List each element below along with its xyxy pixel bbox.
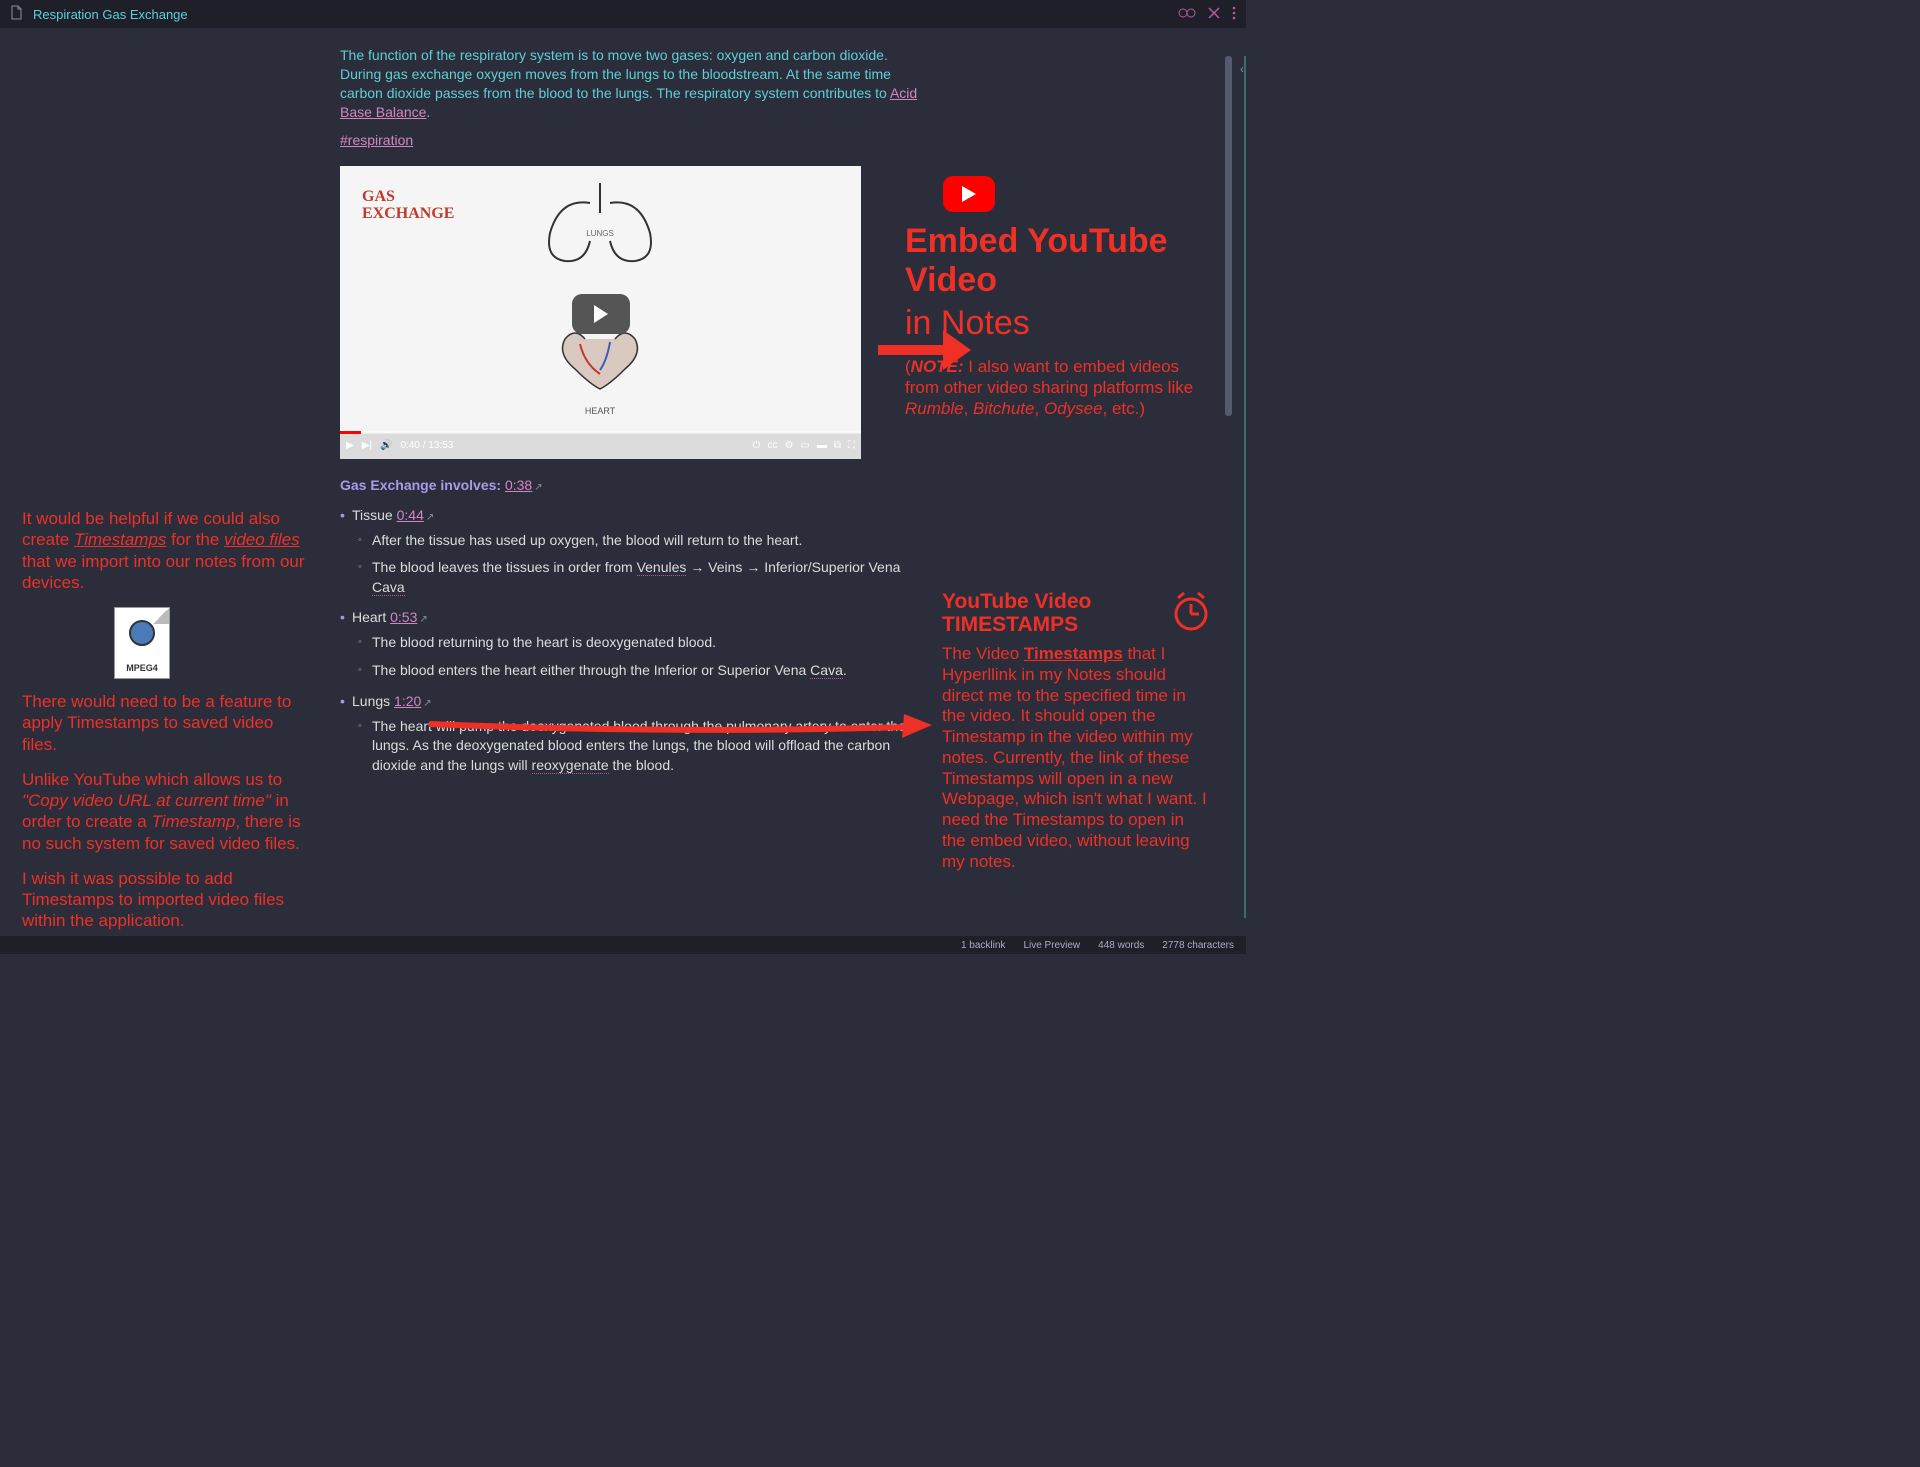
more-icon[interactable] bbox=[1232, 6, 1236, 23]
alarm-clock-icon bbox=[1170, 590, 1212, 632]
list-item: Heart 0:53↗The blood returning to the he… bbox=[340, 609, 920, 680]
scrollbar[interactable] bbox=[1225, 56, 1232, 918]
play-icon[interactable]: ▶ bbox=[346, 440, 354, 451]
section-heading: Gas Exchange involves: 0:38↗ bbox=[340, 477, 920, 493]
miniplayer-icon[interactable]: ▭ bbox=[800, 440, 809, 451]
timestamp-link[interactable]: 0:44 bbox=[397, 507, 424, 523]
sub-list-item: After the tissue has used up oxygen, the… bbox=[352, 531, 920, 551]
close-icon[interactable] bbox=[1208, 7, 1220, 22]
sub-list-item: The blood enters the heart either throug… bbox=[352, 661, 920, 681]
sub-list-item: The blood returning to the heart is deox… bbox=[352, 633, 920, 653]
timestamp-link[interactable]: 0:53 bbox=[390, 609, 417, 625]
svg-text:LUNGS: LUNGS bbox=[586, 229, 614, 238]
fullscreen-icon[interactable]: ⛶ bbox=[848, 440, 855, 451]
volume-icon[interactable]: 🔊 bbox=[380, 440, 392, 451]
video-controls[interactable]: ▶ ▶| 🔊 0:40 / 13:53 ⏻ cc ⚙ ▭ ▬ ⧉ ⛶ bbox=[340, 433, 861, 459]
sub-list-item: The blood leaves the tissues in order fr… bbox=[352, 558, 920, 597]
list-item: Tissue 0:44↗After the tissue has used up… bbox=[340, 507, 920, 598]
external-link-icon: ↗ bbox=[419, 614, 427, 625]
left-annotation: It would be helpful if we could also cre… bbox=[22, 508, 312, 936]
statusbar: 1 backlink Live Preview 448 words 2778 c… bbox=[0, 936, 1246, 954]
next-icon[interactable]: ▶| bbox=[362, 440, 372, 451]
char-count[interactable]: 2778 characters bbox=[1162, 940, 1234, 951]
theater-icon[interactable]: ▬ bbox=[817, 440, 827, 451]
document-icon bbox=[10, 5, 23, 23]
timestamps-annotation: YouTube Video TIMESTAMPS The Video Times… bbox=[942, 590, 1212, 872]
youtube-embed[interactable]: GASEXCHANGE LUNGS HEART ▶ ▶| 🔊 0:40 / 13… bbox=[340, 166, 861, 459]
note-content: The function of the respiratory system i… bbox=[340, 46, 920, 783]
timestamp-link[interactable]: 0:38 bbox=[505, 477, 532, 493]
page-title: Respiration Gas Exchange bbox=[33, 7, 188, 22]
backlinks-count[interactable]: 1 backlink bbox=[961, 940, 1005, 951]
arrow-icon bbox=[424, 712, 934, 742]
youtube-icon bbox=[943, 176, 995, 212]
embed-annotation: Embed YouTube Video in Notes (NOTE: I al… bbox=[905, 176, 1205, 419]
external-link-icon: ↗ bbox=[534, 482, 542, 493]
settings-icon[interactable]: ⚙ bbox=[784, 440, 793, 451]
word-count[interactable]: 448 words bbox=[1098, 940, 1144, 951]
external-link-icon: ↗ bbox=[426, 512, 434, 523]
heart-drawing: HEART bbox=[555, 324, 645, 420]
reading-view-icon[interactable] bbox=[1178, 7, 1196, 22]
timestamp-link[interactable]: 1:20 bbox=[394, 693, 421, 709]
collapse-right-icon[interactable]: ‹ bbox=[1240, 62, 1244, 76]
cc-icon[interactable]: cc bbox=[767, 440, 777, 451]
video-time: 0:40 / 13:53 bbox=[400, 440, 453, 451]
editor-mode[interactable]: Live Preview bbox=[1023, 940, 1080, 951]
autoplay-icon[interactable]: ⏻ bbox=[753, 440, 761, 451]
titlebar: Respiration Gas Exchange bbox=[0, 0, 1246, 28]
lungs-drawing: LUNGS bbox=[535, 178, 665, 268]
pip-icon[interactable]: ⧉ bbox=[834, 440, 841, 451]
hashtag-link[interactable]: #respiration bbox=[340, 132, 413, 148]
video-play-button[interactable] bbox=[572, 294, 630, 334]
external-link-icon: ↗ bbox=[423, 698, 431, 709]
intro-paragraph: The function of the respiratory system i… bbox=[340, 46, 920, 122]
svg-text:HEART: HEART bbox=[585, 406, 616, 416]
mpeg4-file-icon: MPEG4 bbox=[114, 607, 170, 679]
